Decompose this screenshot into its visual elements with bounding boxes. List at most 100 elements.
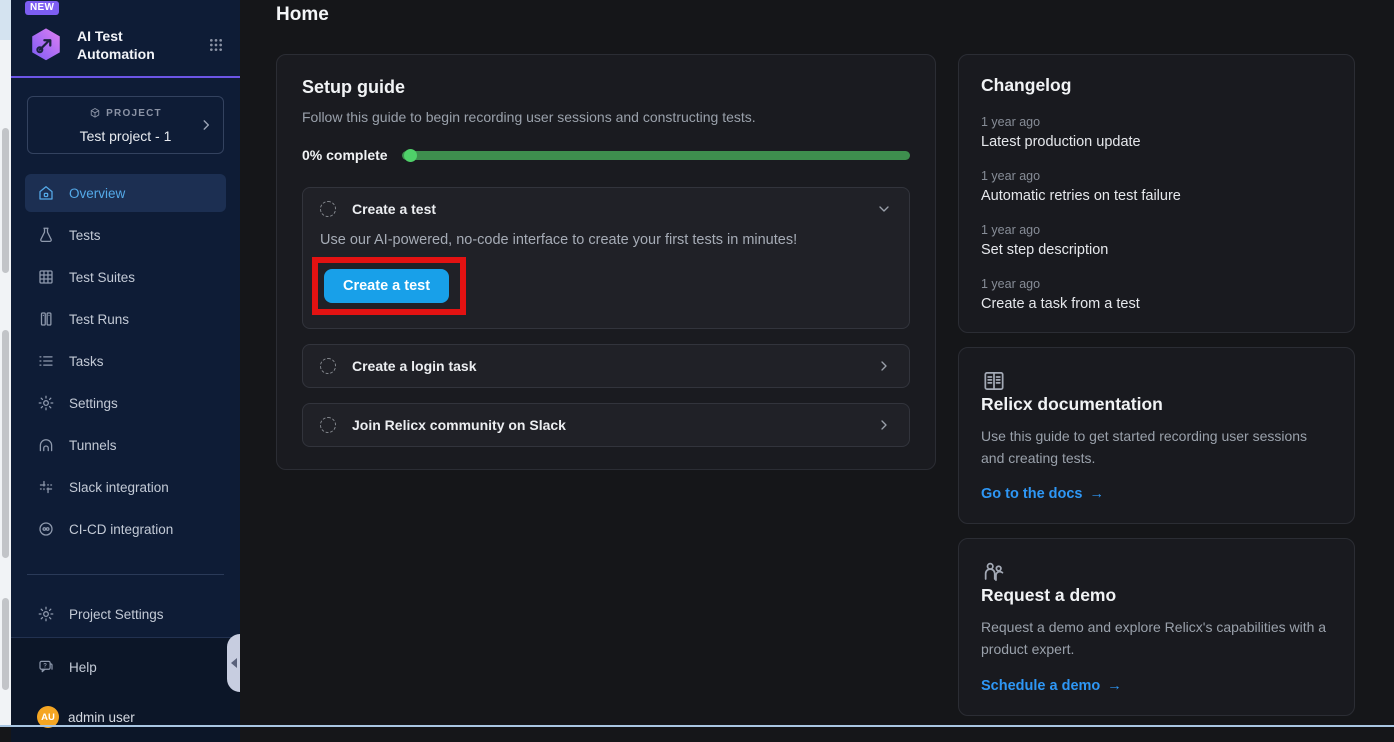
collapse-arrow-icon: [231, 658, 237, 668]
sidebar-item-label: CI-CD integration: [69, 522, 173, 537]
changelog-entry: 1 year ago Automatic retries on test fai…: [981, 169, 1332, 204]
sidebar-item-overview[interactable]: Overview: [25, 174, 226, 212]
sidebar-item-test-suites[interactable]: Test Suites: [25, 258, 226, 296]
progress-label: 0% complete: [302, 147, 388, 163]
request-demo-description: Request a demo and explore Relicx's capa…: [981, 617, 1332, 660]
changelog-entry-title: Automatic retries on test failure: [981, 188, 1332, 204]
app-title: AI Test Automation: [77, 27, 155, 63]
changelog-entry: 1 year ago Latest production update: [981, 115, 1332, 150]
app-logo-icon: [27, 26, 65, 64]
brand-header: NEW AI Test Automation: [11, 0, 240, 78]
right-panel: Changelog 1 year ago Latest production u…: [958, 54, 1355, 730]
sidebar-collapse-handle[interactable]: [227, 634, 240, 692]
svg-text:?: ?: [43, 663, 47, 669]
request-demo-card: Request a demo Request a demo and explor…: [958, 538, 1355, 715]
app-grid-icon[interactable]: [208, 37, 224, 53]
sidebar-item-label: Help: [69, 660, 97, 675]
changelog-entry-title: Create a task from a test: [981, 296, 1332, 312]
sidebar-item-tunnels[interactable]: Tunnels: [25, 426, 226, 464]
arrow-right-icon: →: [1090, 486, 1105, 502]
sidebar-item-tests[interactable]: Tests: [25, 216, 226, 254]
sidebar-item-label: Tasks: [69, 354, 104, 369]
flask-icon: [37, 226, 55, 244]
sidebar-item-slack-integration[interactable]: Slack integration: [25, 468, 226, 506]
background-scrollbar-thumb: [2, 598, 9, 690]
documentation-description: Use this guide to get started recording …: [981, 426, 1332, 469]
step-description: Use our AI-powered, no-code interface to…: [320, 232, 892, 248]
page-title: Home: [276, 4, 1355, 26]
sidebar: NEW AI Test Automation: [11, 0, 240, 727]
schedule-demo-link[interactable]: Schedule a demo →: [981, 678, 1122, 694]
setup-progress: 0% complete: [302, 147, 910, 163]
table-icon: [37, 268, 55, 286]
columns-icon: [37, 310, 55, 328]
slack-icon: [37, 478, 55, 496]
incomplete-step-icon: [320, 358, 336, 374]
help-chat-icon: ?: [37, 658, 55, 676]
create-test-button[interactable]: Create a test: [324, 269, 449, 303]
changelog-time: 1 year ago: [981, 115, 1332, 129]
project-selector[interactable]: PROJECT Test project - 1: [27, 96, 224, 154]
setup-step-join-slack: Join Relicx community on Slack: [302, 403, 910, 447]
sidebar-item-label: Test Runs: [69, 312, 129, 327]
setup-guide-title: Setup guide: [302, 77, 910, 98]
chevron-down-icon[interactable]: [876, 201, 892, 217]
gear-icon: [37, 394, 55, 412]
sidebar-item-label: Overview: [69, 186, 125, 201]
background-scrollbar-thumb: [2, 330, 9, 558]
go-to-docs-link[interactable]: Go to the docs →: [981, 486, 1104, 502]
background-window-edge-top: [0, 0, 11, 40]
changelog-card: Changelog 1 year ago Latest production u…: [958, 54, 1355, 333]
annotation-highlight-box: Create a test: [312, 257, 466, 315]
changelog-title: Changelog: [981, 75, 1332, 96]
changelog-time: 1 year ago: [981, 277, 1332, 291]
background-scrollbar-thumb: [2, 128, 9, 273]
home-icon: [37, 184, 55, 202]
user-name: admin user: [68, 710, 135, 725]
arrow-right-icon: →: [1107, 678, 1122, 694]
sidebar-item-project-settings[interactable]: Project Settings: [25, 595, 226, 633]
chevron-right-icon: [199, 118, 213, 132]
setup-guide-card: Setup guide Follow this guide to begin r…: [276, 54, 936, 470]
chevron-right-icon[interactable]: [876, 358, 892, 374]
documentation-title: Relicx documentation: [981, 394, 1332, 415]
list-icon: [37, 352, 55, 370]
documentation-card: Relicx documentation Use this guide to g…: [958, 347, 1355, 524]
changelog-entry: 1 year ago Create a task from a test: [981, 277, 1332, 312]
sidebar-item-tasks[interactable]: Tasks: [25, 342, 226, 380]
background-window-edge: [0, 0, 11, 727]
user-menu[interactable]: AU admin user: [25, 702, 226, 734]
main-content: Home Setup guide Follow this guide to be…: [240, 0, 1394, 727]
people-icon: [981, 559, 1332, 585]
changelog-entry: 1 year ago Set step description: [981, 223, 1332, 258]
open-book-icon: [981, 368, 1332, 394]
step-title: Create a login task: [352, 358, 477, 374]
setup-step-header[interactable]: Join Relicx community on Slack: [320, 417, 892, 433]
sidebar-item-help[interactable]: ? Help: [25, 648, 226, 686]
changelog-time: 1 year ago: [981, 169, 1332, 183]
progress-indicator-dot: [404, 149, 417, 162]
setup-step-header[interactable]: Create a login task: [320, 358, 892, 374]
sidebar-item-label: Project Settings: [69, 607, 164, 622]
sidebar-nav: Overview Tests Test Suites Test R: [11, 154, 240, 552]
cicd-icon: [37, 520, 55, 538]
cube-icon: [89, 107, 101, 119]
sidebar-item-label: Tests: [69, 228, 101, 243]
incomplete-step-icon: [320, 201, 336, 217]
changelog-time: 1 year ago: [981, 223, 1332, 237]
link-label: Schedule a demo: [981, 678, 1100, 694]
chevron-right-icon[interactable]: [876, 417, 892, 433]
setup-step-header[interactable]: Create a test: [320, 201, 892, 217]
step-title: Join Relicx community on Slack: [352, 417, 566, 433]
sidebar-item-cicd-integration[interactable]: CI-CD integration: [25, 510, 226, 548]
changelog-entry-title: Latest production update: [981, 134, 1332, 150]
sidebar-item-test-runs[interactable]: Test Runs: [25, 300, 226, 338]
gear-icon: [37, 605, 55, 623]
progress-bar: [402, 151, 910, 160]
new-badge: NEW: [25, 1, 59, 15]
sidebar-item-label: Slack integration: [69, 480, 169, 495]
tunnel-icon: [37, 436, 55, 454]
link-label: Go to the docs: [981, 486, 1083, 502]
sidebar-item-settings[interactable]: Settings: [25, 384, 226, 422]
setup-guide-subtitle: Follow this guide to begin recording use…: [302, 109, 910, 125]
